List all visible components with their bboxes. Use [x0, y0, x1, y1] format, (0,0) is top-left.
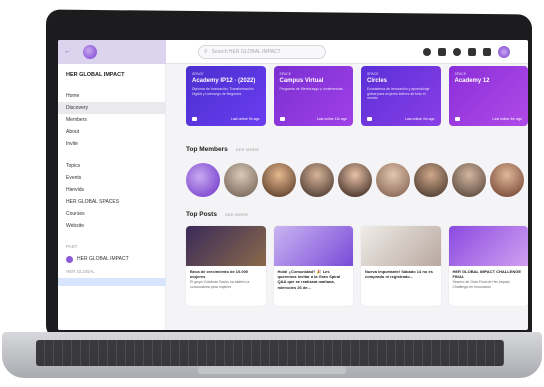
- bookmarks-icon[interactable]: [483, 47, 491, 56]
- course-kicker: SPACE: [192, 72, 204, 76]
- notifications-icon[interactable]: [453, 47, 461, 56]
- search-placeholder: Search HER GLOBAL IMPACT: [211, 48, 281, 55]
- sidebar-item-courses[interactable]: Courses: [66, 208, 165, 220]
- sidebar-item-website[interactable]: Website: [66, 220, 165, 232]
- keyboard: [36, 340, 504, 366]
- see-more-posts-link[interactable]: SEE MORE: [225, 212, 249, 217]
- top-bar-icons: [423, 45, 510, 58]
- sidebar-section-label-2: HER GLOBAL: [66, 269, 95, 274]
- search-input[interactable]: ⚲ Search HER GLOBAL IMPACT: [198, 44, 326, 59]
- member-avatar[interactable]: [414, 163, 448, 197]
- top-members-title: Top Members: [186, 146, 228, 153]
- post-card[interactable]: Hola! ¿Comunidad? 🎉 Les queremos invitar…: [273, 226, 354, 306]
- member-avatar[interactable]: [224, 163, 258, 197]
- member-avatar[interactable]: [490, 163, 524, 197]
- post-title: Nueva importante! Sábado 14 no es compra…: [365, 269, 433, 280]
- sidebar-header: ←: [58, 40, 166, 64]
- sidebar-item-members[interactable]: Members: [66, 114, 165, 126]
- member-avatar[interactable]: [452, 163, 486, 197]
- course-desc: Diploma de Innovación, Transformación Di…: [192, 87, 254, 96]
- course-footer: Last online 4m ago: [454, 117, 522, 121]
- course-cards: SPACE Academy IP12 · (2022) Diploma de I…: [186, 66, 528, 126]
- course-footer-text: Last online 11h ago: [316, 117, 347, 121]
- posts-row: Beca de crecimiento de 10.000 mujeres El…: [186, 226, 528, 306]
- top-posts-title: Top Posts: [186, 211, 217, 218]
- post-title: Beca de crecimiento de 10.000 mujeres: [190, 269, 249, 280]
- community-title: HER GLOBAL IMPACT: [66, 72, 125, 78]
- course-kicker: SPACE: [367, 72, 379, 76]
- member-avatar[interactable]: [338, 163, 372, 197]
- post-title: Hola! ¿Comunidad? 🎉 Les queremos invitar…: [277, 269, 341, 290]
- community-logo-icon[interactable]: [83, 44, 97, 59]
- course-card[interactable]: SPACE Campus Virtual Programa de Mentora…: [273, 66, 353, 126]
- member-avatar[interactable]: [186, 163, 220, 197]
- sidebar-brand-label: HER GLOBAL IMPACT: [77, 256, 129, 262]
- sidebar-section-label: PAST: [66, 244, 78, 249]
- post-desc: [274, 290, 354, 292]
- messages-icon[interactable]: [468, 47, 476, 56]
- course-kicker: SPACE: [454, 72, 467, 76]
- members-row: [186, 163, 528, 197]
- post-desc: Sincero de Gran Final de Her Impact Chal…: [452, 280, 510, 289]
- see-more-members-link[interactable]: SEE MORE: [236, 147, 260, 152]
- theme-toggle-icon[interactable]: [423, 47, 431, 56]
- member-avatar[interactable]: [376, 163, 410, 197]
- course-desc: Programa de Mentorazgo y conferencias: [279, 87, 343, 91]
- course-footer: Last online 11h ago: [279, 117, 347, 121]
- course-title: Academy IP12 · (2022): [192, 78, 256, 84]
- sidebar-item-hiervids[interactable]: Hiervids: [66, 184, 165, 196]
- app-screen: ← ⚲ Search HER GLOBAL IMPACT HER GLOBAL …: [58, 40, 528, 330]
- sidebar-brand-item[interactable]: HER GLOBAL IMPACT: [66, 253, 165, 265]
- heart-icon[interactable]: [192, 117, 197, 121]
- top-members-header: Top Members SEE MORE: [186, 146, 528, 153]
- add-icon[interactable]: [438, 47, 446, 56]
- post-image: [186, 226, 266, 266]
- post-card[interactable]: HER GLOBAL IMPACT CHALLENGE FINAL Sincer…: [448, 226, 528, 306]
- status-url-bar: [58, 278, 166, 286]
- course-card[interactable]: SPACE Academy 12 Last online 4m ago: [448, 66, 528, 126]
- member-avatar[interactable]: [300, 163, 334, 197]
- sidebar-item-home[interactable]: Home: [66, 90, 165, 102]
- member-avatar[interactable]: [262, 163, 296, 197]
- back-arrow-icon[interactable]: ←: [64, 48, 71, 55]
- course-footer: Last online 4m ago: [367, 117, 435, 121]
- course-footer-text: Last online 4m ago: [492, 117, 522, 121]
- trackpad: [198, 366, 346, 374]
- post-image: [273, 226, 353, 266]
- course-card[interactable]: SPACE Academy IP12 · (2022) Diploma de I…: [186, 66, 266, 126]
- post-image: [448, 226, 528, 266]
- post-title: HER GLOBAL IMPACT CHALLENGE FINAL: [452, 269, 522, 280]
- sidebar-item-invite[interactable]: Invite: [66, 138, 165, 150]
- course-kicker: SPACE: [279, 72, 292, 76]
- post-desc: [361, 279, 441, 281]
- course-card[interactable]: SPACE Circles Ecosistema de innovación y…: [361, 66, 441, 126]
- post-desc: El grupo Goldman Sachs ha abierto la con…: [190, 280, 250, 289]
- course-title: Academy 12: [454, 78, 490, 84]
- course-desc: Ecosistema de innovación y aprendizaje g…: [367, 87, 430, 101]
- search-icon: ⚲: [204, 48, 208, 55]
- heart-icon[interactable]: [367, 117, 372, 121]
- sidebar-item-about[interactable]: About: [66, 126, 165, 138]
- sidebar-item-discovery[interactable]: Discovery: [58, 102, 165, 114]
- sidebar-item-topics[interactable]: Topics: [66, 160, 165, 172]
- post-card[interactable]: Nueva importante! Sábado 14 no es compra…: [361, 226, 441, 306]
- course-title: Circles: [367, 78, 388, 84]
- sidebar-item-events[interactable]: Events: [66, 172, 165, 184]
- post-image: [361, 226, 441, 266]
- course-footer-text: Last online 4m ago: [404, 117, 435, 121]
- main-content: SPACE Academy IP12 · (2022) Diploma de I…: [166, 64, 528, 330]
- heart-icon[interactable]: [454, 117, 460, 121]
- top-posts-header: Top Posts SEE MORE: [186, 211, 528, 218]
- post-card[interactable]: Beca de crecimiento de 10.000 mujeres El…: [186, 226, 266, 306]
- user-avatar[interactable]: [498, 45, 510, 58]
- brand-logo-icon: [66, 255, 73, 263]
- heart-icon[interactable]: [279, 117, 285, 121]
- top-bar: ← ⚲ Search HER GLOBAL IMPACT: [58, 40, 528, 64]
- sidebar-item-spaces[interactable]: HER GLOBAL SPACES: [66, 196, 165, 208]
- course-footer-text: Last online 5h ago: [230, 117, 260, 121]
- laptop-mockup: ← ⚲ Search HER GLOBAL IMPACT HER GLOBAL …: [0, 0, 544, 387]
- sidebar: HER GLOBAL IMPACT Home Discovery Members…: [58, 64, 166, 330]
- course-title: Campus Virtual: [279, 78, 324, 84]
- course-footer: Last online 5h ago: [192, 117, 260, 121]
